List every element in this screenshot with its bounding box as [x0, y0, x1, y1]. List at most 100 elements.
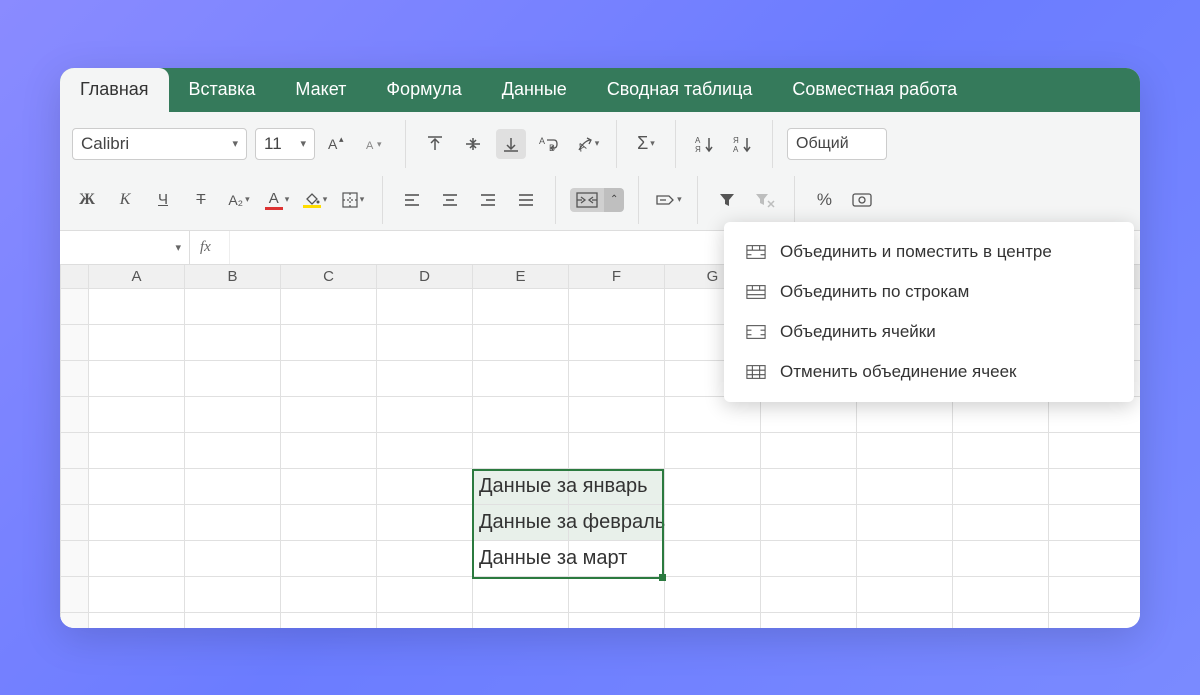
- chevron-down-icon: ▾: [677, 194, 682, 205]
- separator: [638, 176, 639, 224]
- number-format-value: Общий: [796, 135, 849, 153]
- merge-dropdown-menu: Объединить и поместить в центре Объедини…: [724, 222, 1134, 402]
- merge-across-icon: [746, 284, 766, 300]
- number-format-select[interactable]: Общий: [787, 128, 887, 160]
- cell-E6[interactable]: Данные за январь: [473, 469, 569, 505]
- ribbon: Calibri ▾ 11 ▾ A▴ A▾: [60, 112, 1140, 231]
- underline-button[interactable]: Ч: [148, 185, 178, 215]
- merge-cells-button[interactable]: ⌃: [570, 188, 624, 212]
- merge-center-item[interactable]: Объединить и поместить в центре: [724, 232, 1134, 272]
- name-box[interactable]: ▾: [60, 231, 190, 264]
- sort-desc-icon[interactable]: ЯА: [728, 129, 758, 159]
- separator: [616, 120, 617, 168]
- subscript-label: A₂: [228, 192, 243, 208]
- subscript-button[interactable]: A₂ ▾: [224, 185, 254, 215]
- named-ranges-icon[interactable]: ▾: [653, 185, 683, 215]
- svg-text:A: A: [539, 136, 545, 146]
- menu-item-label: Отменить объединение ячеек: [780, 362, 1016, 382]
- borders-button[interactable]: ▾: [338, 185, 368, 215]
- tab-collab[interactable]: Совместная работа: [772, 68, 977, 112]
- spreadsheet-window: Главная Вставка Макет Формула Данные Сво…: [60, 68, 1140, 628]
- autosum-icon[interactable]: Σ ▾: [631, 129, 661, 159]
- tab-insert[interactable]: Вставка: [169, 68, 276, 112]
- unmerge-icon: [746, 364, 766, 380]
- svg-text:▴: ▴: [339, 135, 344, 144]
- chevron-down-icon: ▾: [595, 138, 600, 149]
- cell-E7[interactable]: Данные за февраль: [473, 505, 569, 541]
- chevron-down-icon: ▾: [650, 138, 655, 149]
- align-middle-icon[interactable]: [458, 129, 488, 159]
- chevron-down-icon: ▾: [360, 194, 365, 205]
- col-header[interactable]: D: [377, 265, 473, 289]
- clear-filter-icon[interactable]: [750, 185, 780, 215]
- align-bottom-icon[interactable]: [496, 129, 526, 159]
- align-top-icon[interactable]: [420, 129, 450, 159]
- wrap-text-icon[interactable]: AB: [534, 129, 564, 159]
- svg-text:Я: Я: [733, 136, 739, 145]
- menu-item-label: Объединить и поместить в центре: [780, 242, 1052, 262]
- fx-label: fx: [190, 231, 230, 264]
- font-color-button[interactable]: A ▾: [262, 185, 292, 215]
- merge-dropdown-toggle[interactable]: ⌃: [604, 188, 624, 212]
- decrease-font-icon[interactable]: A▾: [361, 129, 391, 159]
- filter-icon[interactable]: [712, 185, 742, 215]
- separator: [555, 176, 556, 224]
- cell-E8[interactable]: Данные за март: [473, 541, 569, 577]
- align-right-icon[interactable]: [473, 185, 503, 215]
- ribbon-tabs: Главная Вставка Макет Формула Данные Сво…: [60, 68, 1140, 112]
- font-family-value: Calibri: [81, 134, 129, 154]
- chevron-down-icon: ▾: [285, 194, 290, 205]
- orientation-icon[interactable]: A ▾: [572, 129, 602, 159]
- chevron-down-icon: ▾: [232, 137, 238, 150]
- tab-layout[interactable]: Макет: [275, 68, 366, 112]
- chevron-down-icon: ▾: [175, 241, 181, 254]
- sort-asc-icon[interactable]: АЯ: [690, 129, 720, 159]
- currency-format-button[interactable]: [847, 185, 877, 215]
- col-header[interactable]: A: [89, 265, 185, 289]
- increase-font-icon[interactable]: A▴: [323, 129, 353, 159]
- tab-formula[interactable]: Формула: [366, 68, 481, 112]
- col-header[interactable]: E: [473, 265, 569, 289]
- unmerge-item[interactable]: Отменить объединение ячеек: [724, 352, 1134, 392]
- select-all-corner[interactable]: [61, 265, 89, 289]
- align-left-icon[interactable]: [397, 185, 427, 215]
- merge-across-item[interactable]: Объединить по строкам: [724, 272, 1134, 312]
- separator: [675, 120, 676, 168]
- svg-text:A: A: [576, 140, 589, 153]
- col-header[interactable]: B: [185, 265, 281, 289]
- menu-item-label: Объединить ячейки: [780, 322, 936, 342]
- percent-format-button[interactable]: %: [809, 185, 839, 215]
- tab-pivot[interactable]: Сводная таблица: [587, 68, 773, 112]
- separator: [794, 176, 795, 224]
- font-size-value: 11: [264, 134, 282, 154]
- italic-button[interactable]: К: [110, 185, 140, 215]
- font-family-select[interactable]: Calibri ▾: [72, 128, 247, 160]
- font-size-select[interactable]: 11 ▾: [255, 128, 315, 160]
- merge-cells-icon: [746, 324, 766, 340]
- separator: [697, 176, 698, 224]
- svg-text:A: A: [366, 140, 374, 152]
- tab-home[interactable]: Главная: [60, 68, 169, 112]
- align-justify-icon[interactable]: [511, 185, 541, 215]
- menu-item-label: Объединить по строкам: [780, 282, 969, 302]
- chevron-down-icon: ▾: [323, 194, 328, 205]
- col-header[interactable]: F: [569, 265, 665, 289]
- separator: [405, 120, 406, 168]
- merge-cells-item[interactable]: Объединить ячейки: [724, 312, 1134, 352]
- tab-data[interactable]: Данные: [482, 68, 587, 112]
- table-row: Данные за февраль: [61, 505, 1141, 541]
- bold-button[interactable]: Ж: [72, 185, 102, 215]
- separator: [772, 120, 773, 168]
- col-header[interactable]: C: [281, 265, 377, 289]
- strikethrough-button[interactable]: Т: [186, 185, 216, 215]
- svg-text:А: А: [695, 136, 701, 145]
- table-row: Данные за март: [61, 541, 1141, 577]
- align-center-icon[interactable]: [435, 185, 465, 215]
- svg-text:▾: ▾: [377, 139, 382, 149]
- separator: [382, 176, 383, 224]
- chevron-down-icon: ▾: [300, 137, 306, 150]
- table-row: Данные за январь: [61, 469, 1141, 505]
- svg-text:A: A: [328, 136, 338, 152]
- fill-color-button[interactable]: ▾: [300, 185, 330, 215]
- chevron-down-icon: ▾: [245, 194, 250, 205]
